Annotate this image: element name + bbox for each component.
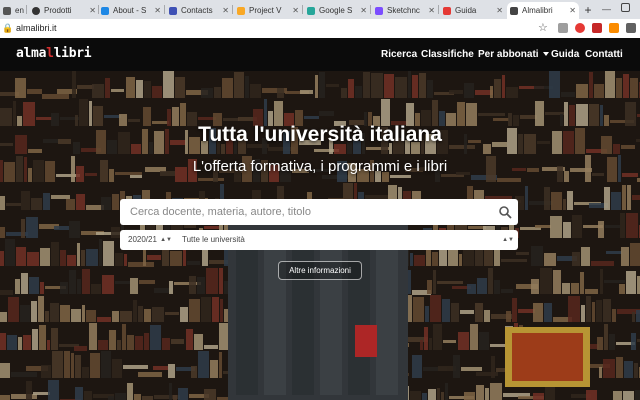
tab-separator xyxy=(164,5,165,14)
minimize-icon[interactable]: — xyxy=(602,4,611,14)
tab-label: Google S xyxy=(319,6,353,15)
address-bar: 🔒 almalibri.it ☆ xyxy=(0,19,640,38)
search-box xyxy=(120,199,518,225)
year-select[interactable]: 2020/21 ▲▼ xyxy=(128,230,172,250)
extension-icon[interactable] xyxy=(592,23,602,33)
adblock-icon[interactable] xyxy=(575,23,585,33)
tab-6[interactable]: Sketchnc ✕ xyxy=(372,2,438,19)
chevron-down-icon xyxy=(542,52,549,56)
logo-accent: l xyxy=(46,46,54,61)
blue-app-icon xyxy=(101,6,109,15)
tab-label: Contacts xyxy=(181,6,213,15)
site-logo[interactable]: almallibri xyxy=(16,46,92,61)
year-value: 2020/21 xyxy=(128,235,157,244)
tab-7[interactable]: Guida ✕ xyxy=(440,2,506,19)
extension-icon[interactable] xyxy=(609,23,619,33)
tab-separator xyxy=(26,5,27,14)
logo-part: libri xyxy=(53,46,92,61)
tab-4[interactable]: Project V ✕ xyxy=(234,2,302,19)
tab-0[interactable]: en xyxy=(0,2,24,19)
close-icon[interactable]: ✕ xyxy=(292,6,299,15)
select-arrows-icon: ▲▼ xyxy=(502,237,514,243)
browser-chrome: en Prodotti ✕ About - S ✕ Contacts ✕ Pro… xyxy=(0,0,640,38)
close-icon[interactable]: ✕ xyxy=(360,6,367,15)
close-icon[interactable]: ✕ xyxy=(154,6,161,15)
tab-label: en xyxy=(15,6,24,15)
tab-label: Project V xyxy=(249,6,282,15)
web-page: almallibri Ricerca Classifiche Per abbon… xyxy=(0,38,640,400)
tab-1[interactable]: Prodotti ✕ xyxy=(29,2,99,19)
tab-label: Almalibri xyxy=(522,6,553,15)
university-select[interactable]: Tutte le università ▲▼ xyxy=(182,230,514,250)
more-info-button[interactable]: Altre informazioni xyxy=(278,261,362,280)
navbar: almallibri Ricerca Classifiche Per abbon… xyxy=(0,38,640,71)
new-tab-button[interactable]: + xyxy=(581,3,595,17)
tab-separator xyxy=(370,5,371,14)
tab-label: Sketchnc xyxy=(387,6,420,15)
tab-8-active[interactable]: Almalibri ✕ xyxy=(507,2,579,19)
tab-label: About - S xyxy=(113,6,147,15)
tab-separator xyxy=(232,5,233,14)
extension-icon[interactable] xyxy=(558,23,568,33)
maximize-icon[interactable] xyxy=(621,3,630,12)
tab-3[interactable]: Contacts ✕ xyxy=(166,2,232,19)
url-field[interactable]: almalibri.it xyxy=(16,22,57,34)
bookmark-star-icon[interactable]: ☆ xyxy=(538,21,548,34)
extension-icon[interactable] xyxy=(626,23,636,33)
folder-icon xyxy=(237,6,245,15)
tab-label: Guida xyxy=(455,6,477,15)
close-icon[interactable]: ✕ xyxy=(222,6,229,15)
nav-label: Per abbonati xyxy=(478,49,539,60)
nav-contatti[interactable]: Contatti xyxy=(585,49,623,60)
nav-guida[interactable]: Guida xyxy=(551,49,579,60)
close-icon[interactable]: ✕ xyxy=(428,6,435,15)
close-icon[interactable]: ✕ xyxy=(496,6,503,15)
close-icon[interactable]: ✕ xyxy=(569,6,576,15)
tab-2[interactable]: About - S ✕ xyxy=(98,2,164,19)
guide-icon xyxy=(443,6,451,15)
google-sheets-icon xyxy=(307,6,315,15)
tab-5[interactable]: Google S ✕ xyxy=(304,2,370,19)
university-value: Tutte le università xyxy=(182,235,245,244)
filter-bar: 2020/21 ▲▼ Tutte le università ▲▼ xyxy=(120,230,518,250)
github-icon xyxy=(32,6,40,15)
almalibri-icon xyxy=(510,6,518,15)
logo-part: alma xyxy=(16,46,47,61)
tab-separator xyxy=(438,5,439,14)
nav-per-abbonati[interactable]: Per abbonati xyxy=(478,49,549,60)
contacts-icon xyxy=(169,6,177,15)
nav-ricerca[interactable]: Ricerca xyxy=(381,49,417,60)
nav-classifiche[interactable]: Classifiche xyxy=(421,49,474,60)
close-icon[interactable]: ✕ xyxy=(89,6,96,15)
hero-title: Tutta l'università italiana xyxy=(198,123,442,146)
lock-icon[interactable]: 🔒 xyxy=(2,23,13,34)
select-arrows-icon: ▲▼ xyxy=(160,237,172,243)
dark-icon xyxy=(3,6,11,15)
search-icon[interactable] xyxy=(498,205,512,219)
tab-label: Prodotti xyxy=(44,6,72,15)
tab-separator xyxy=(302,5,303,14)
sketch-icon xyxy=(375,6,383,15)
search-input[interactable] xyxy=(120,199,490,225)
hero-subtitle: L'offerta formativa, i programmi e i lib… xyxy=(192,158,448,175)
tab-strip: en Prodotti ✕ About - S ✕ Contacts ✕ Pro… xyxy=(0,0,640,19)
